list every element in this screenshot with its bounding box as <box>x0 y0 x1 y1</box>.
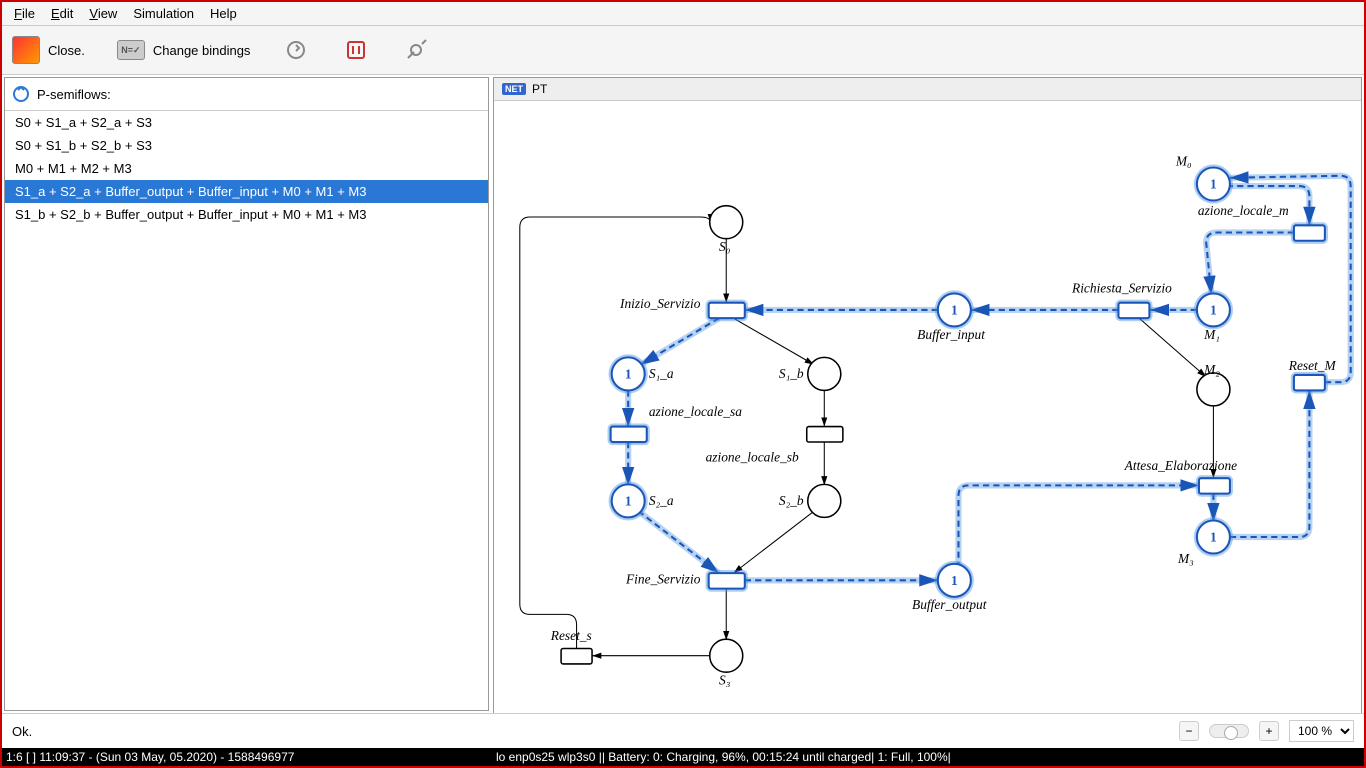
transition-fine-servizio[interactable]: Fine_Servizio <box>625 571 745 588</box>
panel-header: P-semiflows: <box>5 78 488 111</box>
semiflow-item[interactable]: S0 + S1_b + S2_b + S3 <box>5 134 488 157</box>
place-m2[interactable]: M₂ <box>1197 362 1230 406</box>
semiflow-item[interactable]: M0 + M1 + M2 + M3 <box>5 157 488 180</box>
menu-help[interactable]: Help <box>210 6 237 21</box>
svg-text:1: 1 <box>625 493 632 508</box>
svg-text:M₂: M₂ <box>1203 362 1220 377</box>
svg-text:S₂_a: S₂_a <box>649 493 674 508</box>
change-bindings-button[interactable]: N=✓ Change bindings <box>117 40 251 60</box>
refresh-icon[interactable] <box>282 36 310 64</box>
net-tab-label: PT <box>532 82 547 96</box>
zoom-slider[interactable] <box>1209 724 1249 738</box>
svg-text:Reset_s: Reset_s <box>550 628 592 643</box>
svg-text:S₁_a: S₁_a <box>649 366 674 381</box>
toolbar: Close. N=✓ Change bindings <box>2 26 1364 75</box>
right-panel: NET PT <box>493 77 1362 711</box>
place-s0[interactable]: S₀ <box>710 206 743 254</box>
svg-text:Richiesta_Servizio: Richiesta_Servizio <box>1071 280 1172 295</box>
place-buffer-output[interactable]: 1 Buffer_output <box>912 564 987 612</box>
zoom-select[interactable]: 100 % <box>1289 720 1354 742</box>
transition-reset-s[interactable]: Reset_s <box>550 628 592 664</box>
svg-text:S₂_b: S₂_b <box>779 493 804 508</box>
semiflows-panel: P-semiflows: S0 + S1_a + S2_a + S3 S0 + … <box>4 77 489 711</box>
os-status-right: lo enp0s25 wlp3s0 || Battery: 0: Chargin… <box>496 750 951 764</box>
menubar: File Edit View Simulation Help <box>2 2 1364 26</box>
semiflow-list: S0 + S1_a + S2_a + S3 S0 + S1_b + S2_b +… <box>5 111 488 710</box>
place-m1[interactable]: 1 M₁ <box>1197 293 1230 341</box>
panel-title: P-semiflows: <box>37 87 111 102</box>
svg-text:S₁_b: S₁_b <box>779 366 804 381</box>
petri-net-diagram[interactable]: Inizio_Servizio azione_locale_sa azione_… <box>494 101 1361 713</box>
zoom-out-button[interactable]: − <box>1179 721 1199 741</box>
svg-text:M₃: M₃ <box>1177 551 1194 566</box>
svg-text:1: 1 <box>951 302 958 317</box>
menu-edit[interactable]: Edit <box>51 6 73 21</box>
zoom-controls: − + 100 % <box>1179 720 1354 742</box>
place-m0[interactable]: 1 M₀ <box>1175 153 1230 200</box>
measure-icon[interactable] <box>402 36 430 64</box>
net-panel: NET PT <box>493 77 1362 713</box>
zoom-in-button[interactable]: + <box>1259 721 1279 741</box>
bindings-icon: N=✓ <box>117 40 145 60</box>
os-status-bar: 1:6 [ ] 11:09:37 - (Sun 03 May, 05.2020)… <box>2 748 1364 766</box>
place-buffer-input[interactable]: 1 Buffer_input <box>917 293 985 341</box>
place-s2a[interactable]: 1 S₂_a <box>612 484 674 517</box>
semiflow-icon <box>11 84 31 104</box>
svg-text:1: 1 <box>951 573 958 588</box>
svg-text:1: 1 <box>1210 529 1217 544</box>
svg-text:azione_locale_sb: azione_locale_sb <box>706 450 799 465</box>
svg-text:S₃: S₃ <box>719 673 731 688</box>
close-button[interactable]: Close. <box>12 36 85 64</box>
svg-text:1: 1 <box>1210 177 1217 192</box>
menu-file[interactable]: File <box>14 6 35 21</box>
transition-reset-m[interactable]: Reset_M <box>1288 358 1337 391</box>
svg-text:Buffer_input: Buffer_input <box>917 327 985 342</box>
svg-text:azione_locale_m: azione_locale_m <box>1198 203 1289 218</box>
svg-text:M₀: M₀ <box>1175 153 1192 168</box>
semiflow-item[interactable]: S0 + S1_a + S2_a + S3 <box>5 111 488 134</box>
svg-text:1: 1 <box>1210 302 1217 317</box>
place-s1a[interactable]: 1 S₁_a <box>612 357 674 390</box>
bindings-label: Change bindings <box>153 43 251 58</box>
svg-text:azione_locale_sa: azione_locale_sa <box>649 404 742 419</box>
place-s2b[interactable]: S₂_b <box>779 484 841 517</box>
menu-view[interactable]: View <box>89 6 117 21</box>
place-s3[interactable]: S₃ <box>710 639 743 687</box>
net-badge: NET <box>502 83 526 95</box>
svg-text:Inizio_Servizio: Inizio_Servizio <box>619 296 701 311</box>
svg-text:Fine_Servizio: Fine_Servizio <box>625 571 701 586</box>
place-m3[interactable]: 1 M₃ <box>1177 520 1230 565</box>
close-label: Close. <box>48 43 85 58</box>
semiflow-item-selected[interactable]: S1_a + S2_a + Buffer_output + Buffer_inp… <box>5 180 488 203</box>
transition-azione-locale-sb[interactable]: azione_locale_sb <box>706 427 843 465</box>
close-icon <box>12 36 40 64</box>
svg-text:1: 1 <box>625 366 632 381</box>
svg-text:Reset_M: Reset_M <box>1288 358 1337 373</box>
net-header: NET PT <box>494 78 1361 101</box>
swap-icon[interactable] <box>342 36 370 64</box>
svg-text:M₁: M₁ <box>1203 327 1220 342</box>
svg-text:S₀: S₀ <box>719 239 731 254</box>
os-status-left: 1:6 [ ] 11:09:37 - (Sun 03 May, 05.2020)… <box>6 750 466 764</box>
svg-text:Attesa_Elaborazione: Attesa_Elaborazione <box>1124 458 1238 473</box>
status-text: Ok. <box>12 724 32 739</box>
menu-simulation[interactable]: Simulation <box>133 6 194 21</box>
semiflow-item[interactable]: S1_b + S2_b + Buffer_output + Buffer_inp… <box>5 203 488 226</box>
status-bar: Ok. − + 100 % <box>2 713 1364 748</box>
svg-text:Buffer_output: Buffer_output <box>912 597 987 612</box>
